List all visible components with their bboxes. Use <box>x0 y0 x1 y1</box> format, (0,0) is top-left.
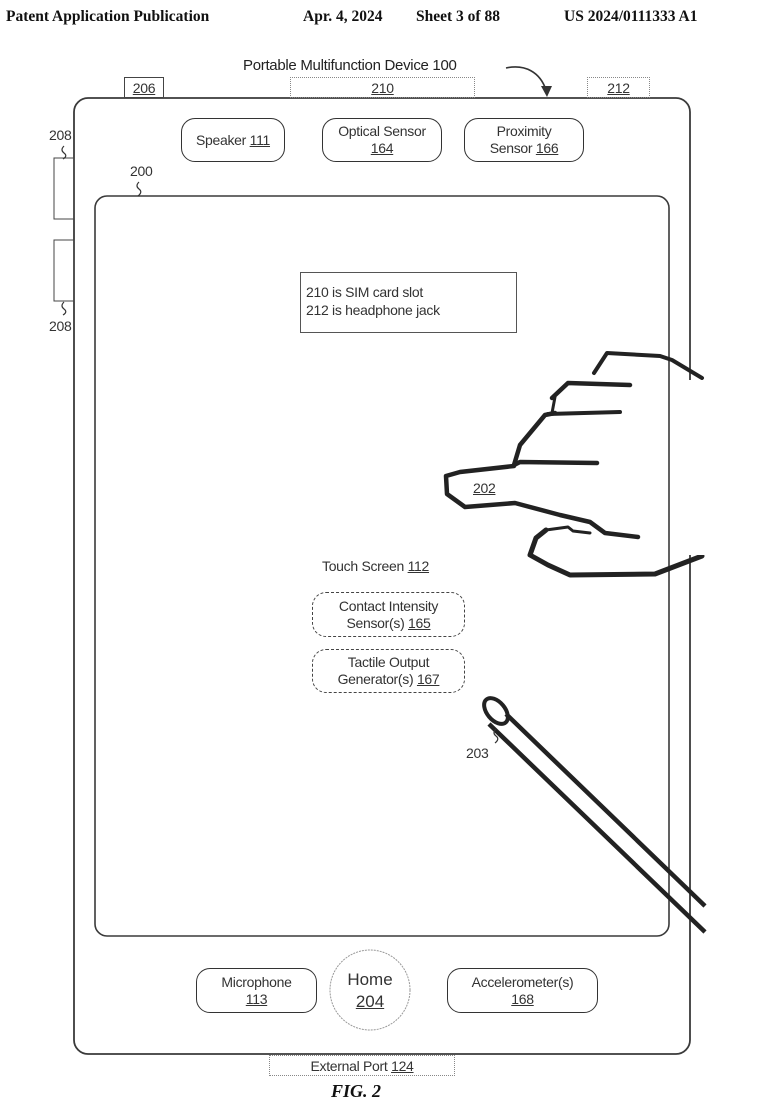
note-box: 210 is SIM card slot 212 is headphone ja… <box>300 272 517 333</box>
side-button-upper <box>53 157 75 220</box>
note-line-sim: 210 is SIM card slot <box>306 284 423 300</box>
speaker-label: Speaker <box>195 131 247 148</box>
sheet-number: Sheet 3 of 88 <box>416 8 500 25</box>
port-210-ref: 210 <box>371 79 394 96</box>
diagram-drawing <box>53 66 707 1055</box>
contact-intensity-label: Contact Intensity <box>338 597 439 614</box>
home-label: Home <box>347 970 393 989</box>
publication-date: Apr. 4, 2024 <box>303 8 383 25</box>
speaker-component: Speaker 111 <box>181 118 285 162</box>
contact-intensity-sensor: Contact Intensity Sensor(s) 165 <box>312 592 465 637</box>
figure-caption: FIG. 2 <box>331 1081 382 1101</box>
tactile-output-label-2: Generator(s) <box>337 671 414 687</box>
touch-screen-name: Touch Screen <box>322 558 405 574</box>
proximity-sensor-ref: 166 <box>535 140 559 156</box>
microphone-component: Microphone 113 <box>196 968 317 1013</box>
arrowhead <box>541 86 552 97</box>
sim-card-slot-210: 210 <box>290 77 475 98</box>
microphone-ref: 113 <box>245 990 268 1007</box>
touch-screen-label: Touch Screen 112 <box>322 558 429 574</box>
device-title-arrow <box>505 66 547 91</box>
stylus-ref: 203 <box>466 745 489 761</box>
side-button-lower <box>53 239 75 302</box>
optical-sensor-component: Optical Sensor 164 <box>322 118 442 162</box>
speaker-ref: 111 <box>249 131 271 148</box>
publication-label: Patent Application Publication <box>6 8 210 25</box>
accelerometer-component: Accelerometer(s) 168 <box>447 968 598 1013</box>
note-line-headphone: 212 is headphone jack <box>306 302 440 318</box>
side-button-lower-ref: 208 <box>49 318 72 334</box>
port-206-ref: 206 <box>132 79 156 96</box>
device-body <box>73 97 691 1055</box>
tactile-output-label: Tactile Output <box>347 654 430 670</box>
accelerometer-ref: 168 <box>511 990 534 1007</box>
contact-intensity-ref: 165 <box>408 614 431 631</box>
port-206: 206 <box>124 77 164 98</box>
port-212-ref: 212 <box>607 79 630 96</box>
finger-hand <box>443 351 705 578</box>
optical-sensor-label: Optical Sensor <box>338 123 426 139</box>
tactile-output-generator: Tactile Output Generator(s) 167 <box>312 649 465 693</box>
side-button-upper-ref: 208 <box>49 127 72 143</box>
external-port-ref: 124 <box>391 1057 414 1074</box>
headphone-jack-212: 212 <box>587 77 650 98</box>
external-port-label: External Port <box>310 1057 388 1074</box>
proximity-sensor-label: Proximity <box>496 123 552 139</box>
external-port-124: External Port 124 <box>269 1055 455 1076</box>
proximity-sensor-component: Proximity Sensor 166 <box>464 118 584 162</box>
screen-ref: 200 <box>130 163 153 179</box>
leader-208-upper <box>61 145 67 160</box>
stylus <box>482 696 707 934</box>
touch-screen-ref: 112 <box>407 558 430 574</box>
proximity-sensor-label-2: Sensor <box>489 140 533 156</box>
microphone-label: Microphone <box>221 973 292 990</box>
device-title: Portable Multifunction Device 100 <box>243 57 457 74</box>
finger-ref: 202 <box>473 480 496 496</box>
tactile-output-ref: 167 <box>416 671 440 687</box>
leader-208-lower <box>61 301 67 316</box>
leader-200 <box>136 181 142 197</box>
leader-203 <box>493 728 499 744</box>
accelerometer-label: Accelerometer(s) <box>471 973 574 990</box>
optical-sensor-ref: 164 <box>370 140 394 156</box>
home-button[interactable]: Home 204 <box>330 966 410 1016</box>
contact-intensity-label-2: Sensor(s) <box>346 614 405 631</box>
patent-number: US 2024/0111333 A1 <box>564 8 698 25</box>
home-ref: 204 <box>355 992 385 1011</box>
